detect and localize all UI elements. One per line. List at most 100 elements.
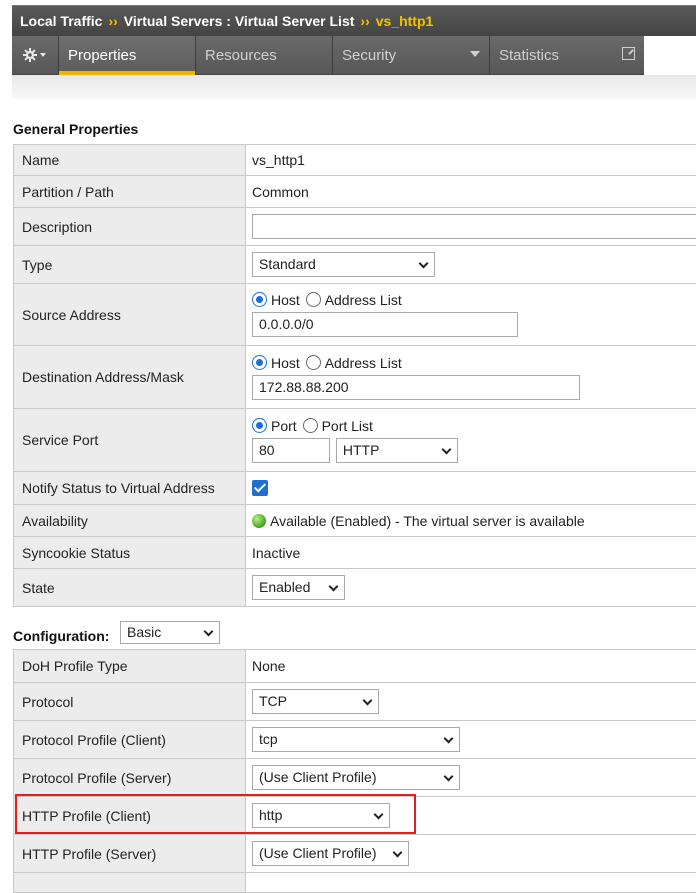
http-profile-server-value: (Use Client Profile) [259, 845, 376, 861]
protocol-profile-server-label: Protocol Profile (Server) [14, 759, 246, 797]
tab-resources-label: Resources [205, 47, 277, 64]
gear-menu-button[interactable] [12, 36, 59, 74]
chevron-down-icon [444, 734, 454, 744]
doh-label: DoH Profile Type [14, 650, 246, 683]
source-address-list-radio[interactable] [306, 292, 321, 307]
toolbar-strip [12, 75, 696, 99]
protocol-label: Protocol [14, 683, 246, 721]
row-partition: Partition / Path Common [14, 176, 696, 208]
port-radio[interactable] [252, 418, 267, 433]
http-profile-client-label: HTTP Profile (Client) [14, 797, 246, 835]
port-list-radio[interactable] [303, 418, 318, 433]
status-available-icon [252, 514, 266, 528]
next-row-label [14, 873, 246, 893]
dest-address-list-label: Address List [325, 355, 402, 371]
destination-label: Destination Address/Mask [14, 346, 246, 409]
protocol-select[interactable]: TCP [252, 689, 379, 714]
description-label: Description [14, 208, 246, 246]
row-syncookie: Syncookie Status Inactive [14, 537, 696, 569]
port-list-label: Port List [322, 418, 373, 434]
chevron-down-icon [393, 848, 403, 858]
source-address-input[interactable]: 0.0.0.0/0 [252, 312, 518, 337]
row-destination: Destination Address/Mask Host Address Li… [14, 346, 696, 409]
general-properties-title: General Properties [13, 121, 138, 137]
row-http-profile-client: HTTP Profile (Client) http [14, 797, 696, 835]
http-profile-server-select[interactable]: (Use Client Profile) [252, 841, 409, 866]
protocol-profile-client-select[interactable]: tcp [252, 727, 460, 752]
tab-statistics-label: Statistics [499, 47, 559, 64]
state-select-value: Enabled [259, 579, 310, 595]
breadcrumb-item-virtual-server-list[interactable]: Virtual Servers : Virtual Server List [124, 13, 355, 29]
row-http-profile-server: HTTP Profile (Server) (Use Client Profil… [14, 835, 696, 873]
general-properties-table: Name vs_http1 Partition / Path Common De… [13, 144, 696, 607]
syncookie-label: Syncookie Status [14, 537, 246, 569]
type-select-value: Standard [259, 256, 316, 272]
port-radio-label: Port [271, 418, 297, 434]
breadcrumb: Local Traffic ›› Virtual Servers : Virtu… [12, 5, 696, 36]
destination-address-input[interactable]: 172.88.88.200 [252, 375, 580, 400]
service-port-label: Service Port [14, 409, 246, 472]
syncookie-value: Inactive [246, 537, 696, 569]
source-address-label: Source Address [14, 284, 246, 346]
tab-resources[interactable]: Resources [196, 36, 333, 74]
http-profile-client-value: http [259, 807, 282, 823]
dest-host-label: Host [271, 355, 300, 371]
row-availability: Availability Available (Enabled) - The v… [14, 505, 696, 537]
chevron-down-icon [441, 444, 451, 454]
state-select[interactable]: Enabled [252, 575, 345, 600]
name-value: vs_http1 [246, 145, 696, 176]
tab-security-label: Security [342, 47, 396, 64]
tab-statistics[interactable]: Statistics [490, 36, 644, 74]
chevron-down-icon [329, 582, 339, 592]
state-label: State [14, 569, 246, 607]
dest-host-radio[interactable] [252, 355, 267, 370]
row-description: Description [14, 208, 696, 246]
row-type: Type Standard [14, 246, 696, 284]
port-input[interactable]: 80 [252, 438, 330, 463]
row-notify-status: Notify Status to Virtual Address [14, 472, 696, 505]
port-service-value: HTTP [343, 442, 380, 458]
protocol-profile-server-select[interactable]: (Use Client Profile) [252, 765, 460, 790]
configuration-mode-select[interactable]: Basic [120, 621, 220, 644]
row-source-address: Source Address Host Address List 0.0.0.0… [14, 284, 696, 346]
source-address-list-label: Address List [325, 292, 402, 308]
type-label: Type [14, 246, 246, 284]
row-protocol: Protocol TCP [14, 683, 696, 721]
notify-status-label: Notify Status to Virtual Address [14, 472, 246, 505]
row-protocol-profile-client: Protocol Profile (Client) tcp [14, 721, 696, 759]
notify-status-checkbox[interactable] [252, 480, 268, 496]
row-name: Name vs_http1 [14, 145, 696, 176]
breadcrumb-item-local-traffic[interactable]: Local Traffic [20, 13, 102, 29]
availability-value: Available (Enabled) - The virtual server… [270, 513, 585, 529]
source-host-radio[interactable] [252, 292, 267, 307]
partition-label: Partition / Path [14, 176, 246, 208]
port-service-select[interactable]: HTTP [336, 438, 458, 463]
chevron-down-icon [470, 51, 480, 57]
breadcrumb-separator: ›› [108, 13, 117, 29]
row-protocol-profile-server: Protocol Profile (Server) (Use Client Pr… [14, 759, 696, 797]
row-state: State Enabled [14, 569, 696, 607]
configuration-title: Configuration: [13, 628, 109, 644]
breadcrumb-separator: ›› [360, 13, 369, 29]
doh-value: None [246, 650, 696, 683]
popout-icon [622, 47, 635, 60]
protocol-select-value: TCP [259, 693, 287, 709]
row-doh: DoH Profile Type None [14, 650, 696, 683]
next-row-value [246, 873, 696, 893]
configuration-mode-value: Basic [127, 624, 161, 640]
protocol-profile-client-label: Protocol Profile (Client) [14, 721, 246, 759]
availability-label: Availability [14, 505, 246, 537]
description-input[interactable] [252, 214, 696, 239]
chevron-down-icon [444, 772, 454, 782]
configuration-table: DoH Profile Type None Protocol TCP Proto… [13, 649, 696, 893]
dest-address-list-radio[interactable] [306, 355, 321, 370]
source-host-label: Host [271, 292, 300, 308]
http-profile-client-select[interactable]: http [252, 803, 390, 828]
row-service-port: Service Port Port Port List 80 HTTP [14, 409, 696, 472]
name-label: Name [14, 145, 246, 176]
row-next [14, 873, 696, 893]
tab-security[interactable]: Security [333, 36, 490, 74]
tab-properties[interactable]: Properties [59, 36, 196, 74]
type-select[interactable]: Standard [252, 252, 435, 277]
gear-icon [22, 47, 48, 63]
